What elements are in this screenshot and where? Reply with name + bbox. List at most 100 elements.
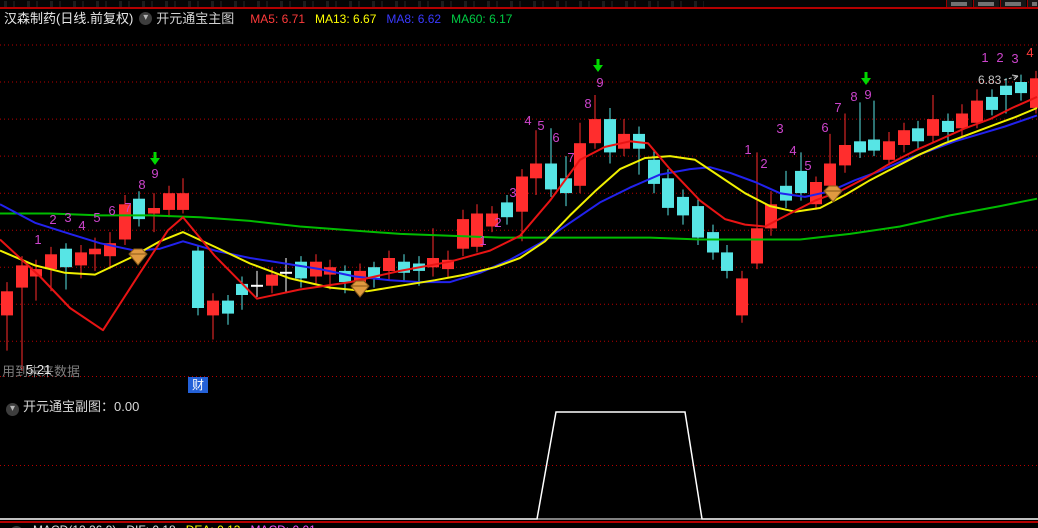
toolbar-button[interactable] xyxy=(946,0,972,7)
count-label: 6 xyxy=(552,130,559,145)
count-label: 1 xyxy=(34,232,41,247)
candle-body xyxy=(501,202,513,218)
count-label: 1 xyxy=(744,142,751,157)
sub-indicator-value: ：0.00 xyxy=(101,399,140,414)
chevron-down-icon[interactable]: ▾ xyxy=(6,403,19,416)
toolbar-clipped-menu xyxy=(4,1,704,7)
count-label: 1 xyxy=(981,50,988,65)
candle-body xyxy=(1015,82,1027,94)
candle-body xyxy=(266,274,278,286)
macd-params-label: MACD(12,26,9) xyxy=(33,523,116,528)
candle-body xyxy=(545,163,557,190)
candle-body xyxy=(662,178,674,208)
sub-indicator-title[interactable]: 开元通宝副图 xyxy=(23,399,101,414)
macd-status-row: ▾MACD(12,26,9)DIF: 0.18DEA: 0.13MACD: 0.… xyxy=(4,523,1034,528)
sell-arrow-icon xyxy=(150,152,160,165)
top-toolbar xyxy=(0,0,1038,9)
candle-body xyxy=(839,145,851,166)
count-label: 6 xyxy=(821,120,828,135)
diamond-marker-icon xyxy=(128,248,148,266)
count-label: 9 xyxy=(596,75,603,90)
candle-body xyxy=(1,291,13,316)
ma60-label: MA60: 6.17 xyxy=(451,12,513,26)
sell-arrow-icon xyxy=(861,72,871,85)
candle-body xyxy=(60,248,72,268)
count-label: 2 xyxy=(49,212,56,227)
dif-value: DIF: 0.18 xyxy=(126,523,175,528)
count-label: 7 xyxy=(567,150,574,165)
count-label: 2 xyxy=(760,156,767,171)
count-label: 6 xyxy=(108,203,115,218)
candle-body xyxy=(736,278,748,316)
candle-body xyxy=(942,120,954,132)
count-label: 8 xyxy=(850,89,857,104)
toolbar-button[interactable] xyxy=(973,0,999,7)
candle-body xyxy=(1000,85,1012,95)
candle-body xyxy=(383,258,395,271)
main-indicator-title[interactable]: 开元通宝主图 xyxy=(156,11,234,26)
candle-body xyxy=(971,100,983,123)
candle-body xyxy=(898,130,910,145)
count-label: 5 xyxy=(93,210,100,225)
count-label: 3 xyxy=(776,121,783,136)
candle-body xyxy=(648,159,660,184)
count-label: 2 xyxy=(494,215,501,230)
count-label: 9 xyxy=(864,87,871,102)
count-label: 5 xyxy=(804,158,811,173)
candle-body xyxy=(45,254,57,270)
candle-body xyxy=(75,252,87,266)
symbol-title: 汉森制药(日线.前复权) xyxy=(4,11,134,26)
candle-body xyxy=(795,170,807,194)
count-label: 4 xyxy=(524,113,531,128)
diamond-marker-icon xyxy=(823,185,843,203)
chart-canvas[interactable]: 12 345 6 7891234 5678912345678 91 2 3 46.83 xyxy=(0,0,1038,528)
candle-body xyxy=(883,141,895,160)
count-label: 4 xyxy=(78,218,85,233)
ma8-label: MA8: 6.62 xyxy=(386,12,442,26)
candle-body xyxy=(677,196,689,216)
candle-body xyxy=(824,163,836,186)
candle-body xyxy=(16,265,28,288)
main-chart-header: 汉森制药(日线.前复权) ▾ 开元通宝主图 MA5: 6.71 MA13: 6.67 MA… xyxy=(4,10,512,28)
count-label: 8 xyxy=(138,177,145,192)
finance-report-badge[interactable]: 财 xyxy=(188,377,208,393)
dea-value: DEA: 0.13 xyxy=(186,523,241,528)
count-label: 3 xyxy=(509,185,516,200)
count-label: 8 xyxy=(584,96,591,111)
candle-body xyxy=(912,128,924,142)
candle-body xyxy=(956,113,968,129)
count-label: 3 xyxy=(1011,51,1018,66)
count-label: 4 xyxy=(789,143,796,158)
candle-body xyxy=(89,248,101,255)
candle-body xyxy=(530,163,542,179)
count-label: 3 xyxy=(64,210,71,225)
candle-body xyxy=(692,206,704,238)
count-label: 1 xyxy=(479,233,486,248)
candle-body xyxy=(163,193,175,210)
count-label: 7 xyxy=(124,200,131,215)
sell-arrow-icon xyxy=(593,59,603,72)
candle-body xyxy=(516,176,528,212)
candle-body xyxy=(854,141,866,153)
candle-body xyxy=(207,300,219,316)
candle-body xyxy=(868,139,880,151)
min-price-label: 5.21 xyxy=(26,362,52,377)
candle-body xyxy=(1030,78,1038,108)
candle-body xyxy=(751,228,763,264)
candle-body xyxy=(707,232,719,253)
candle-body xyxy=(986,96,998,110)
count-label: 5 xyxy=(537,118,544,133)
price-callout-arrowhead xyxy=(1011,74,1019,81)
macd-value: MACD: 0.01 xyxy=(250,523,315,528)
chevron-down-icon[interactable]: ▾ xyxy=(139,12,153,25)
ma5-label: MA5: 6.71 xyxy=(250,12,305,26)
diamond-marker-icon xyxy=(350,280,370,298)
candle-body xyxy=(222,300,234,314)
candle-body xyxy=(295,261,307,279)
toolbar-button[interactable] xyxy=(1000,0,1026,7)
count-label-current: 4 xyxy=(1026,45,1033,60)
candle-body xyxy=(457,219,469,249)
toolbar-button[interactable] xyxy=(1027,0,1038,7)
candle-body xyxy=(148,208,160,214)
price-callout-label: 6.83 xyxy=(978,73,1002,87)
